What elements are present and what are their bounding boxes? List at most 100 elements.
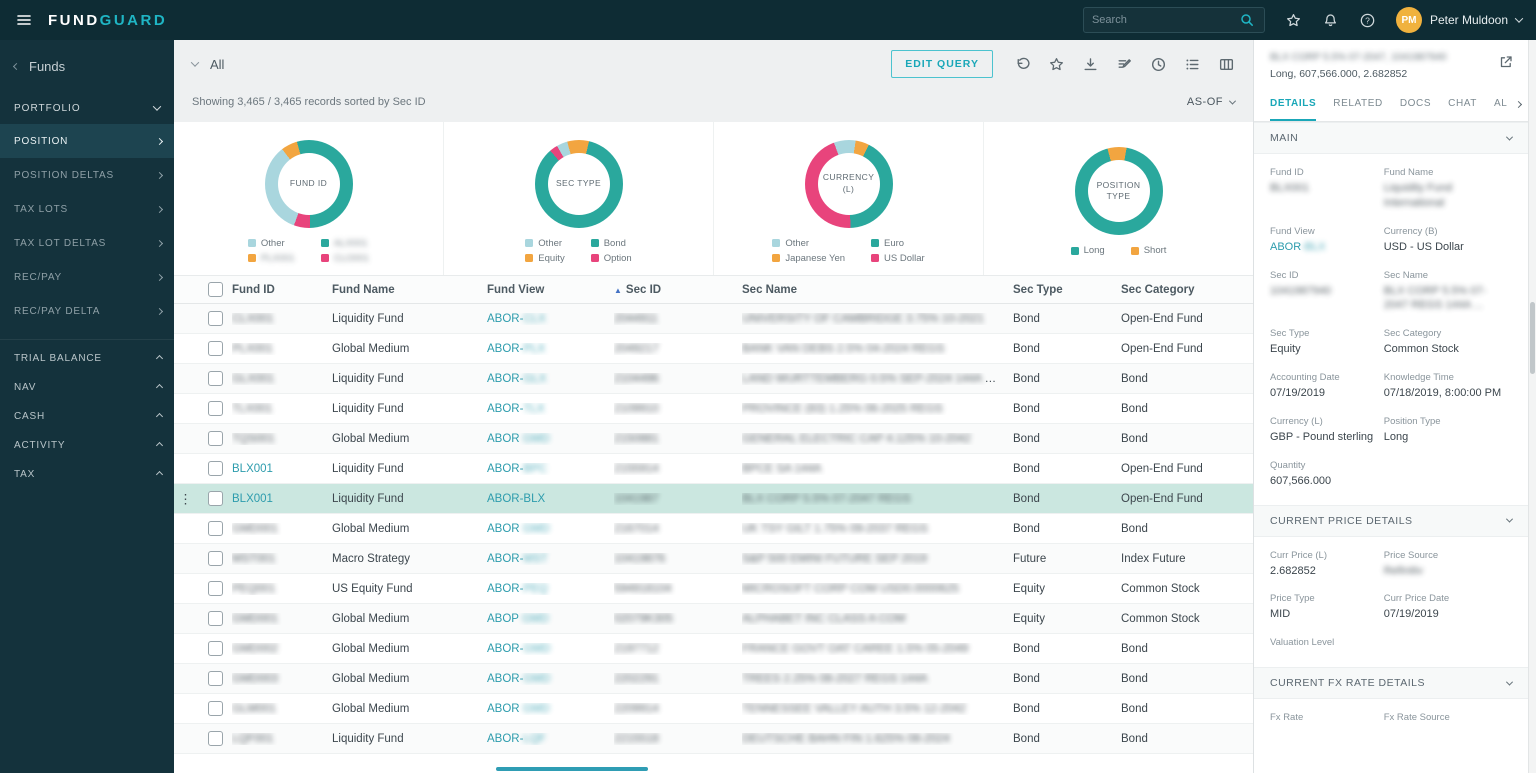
table-row[interactable]: GMD001 Global Medium ABOR GMD 2167014 UK TSY…: [174, 514, 1253, 544]
sidebar-item-tax-lot-deltas[interactable]: TAX LOT DELTAS: [0, 226, 174, 260]
tab-docs[interactable]: DOCS: [1400, 88, 1431, 121]
row-checkbox[interactable]: [208, 731, 223, 746]
cell-fund_view[interactable]: ABOR-GLX: [487, 373, 614, 385]
sidebar-item-tax-lots[interactable]: TAX LOTS: [0, 192, 174, 226]
table-row[interactable]: CLX001 Liquidity Fund ABOR-CLX 2044911 UNIVE…: [174, 304, 1253, 334]
download-icon[interactable]: [1082, 56, 1099, 73]
sidebar-item-rec-pay-delta[interactable]: REC/PAY DELTA: [0, 294, 174, 328]
history-clock-icon[interactable]: [1150, 56, 1167, 73]
table-row[interactable]: GMD001 Global Medium ABOP GMD 02079K305 ALPH…: [174, 604, 1253, 634]
favorites-star-icon[interactable]: [1285, 12, 1302, 29]
cell-fund_view[interactable]: ABOR-PLX: [487, 343, 614, 355]
section-header-current-fx-rate-details[interactable]: CURRENT FX RATE DETAILS: [1254, 667, 1528, 700]
sidebar-item-position-deltas[interactable]: POSITION DELTAS: [0, 158, 174, 192]
table-row[interactable]: GLM001 Global Medium ABOR GMD 2209914 TENNES…: [174, 694, 1253, 724]
scrollbar-thumb[interactable]: [1530, 302, 1535, 374]
favorite-view-star-icon[interactable]: [1048, 56, 1065, 73]
row-checkbox[interactable]: [208, 311, 223, 326]
sidebar-section-nav[interactable]: NAV: [0, 373, 174, 402]
tab-chat[interactable]: CHAT: [1448, 88, 1477, 121]
breadcrumb[interactable]: Funds: [0, 40, 174, 92]
table-row[interactable]: GMD003 Global Medium ABOR-GMD 2202291 TREES …: [174, 664, 1253, 694]
table-row[interactable]: BLX001 Liquidity Fund ABOR-BPC 2155914 BPCE …: [174, 454, 1253, 484]
help-icon[interactable]: ?: [1359, 12, 1376, 29]
column-header-fund_id[interactable]: Fund ID: [232, 284, 332, 296]
row-checkbox[interactable]: [208, 611, 223, 626]
search-input[interactable]: [1091, 14, 1239, 26]
tab-al[interactable]: AL: [1494, 88, 1507, 121]
column-header-sec_name[interactable]: Sec Name: [742, 284, 1013, 296]
cell-fund_view[interactable]: ABOR GMD: [487, 433, 614, 445]
search-box[interactable]: [1082, 7, 1265, 33]
field-value[interactable]: ABOR-BLX: [1270, 240, 1384, 255]
table-row[interactable]: GMD002 Global Medium ABOR-GMD 2197712 FRANCE…: [174, 634, 1253, 664]
row-checkbox[interactable]: [208, 671, 223, 686]
column-header-fund_view[interactable]: Fund View: [487, 284, 614, 296]
window-scrollbar[interactable]: [1528, 40, 1536, 773]
column-header-fund_name[interactable]: Fund Name: [332, 284, 487, 296]
row-checkbox[interactable]: [208, 341, 223, 356]
section-header-main[interactable]: MAIN: [1254, 122, 1528, 154]
tab-related[interactable]: RELATED: [1333, 88, 1383, 121]
row-checkbox[interactable]: [208, 701, 223, 716]
cell-fund_view[interactable]: ABOR-GMD: [487, 643, 614, 655]
columns-icon[interactable]: [1218, 56, 1235, 73]
nav-section-portfolio[interactable]: PORTFOLIO: [0, 92, 174, 124]
donut-chart[interactable]: POSITION TYPE: [1074, 147, 1163, 235]
undo-icon[interactable]: [1014, 56, 1031, 73]
row-checkbox[interactable]: [208, 401, 223, 416]
table-row[interactable]: TQS001 Global Medium ABOR GMD 2150881 GENERA…: [174, 424, 1253, 454]
cell-fund_view[interactable]: ABOR-BLX: [487, 493, 614, 505]
select-all-checkbox[interactable]: [208, 282, 223, 297]
collapse-view-icon[interactable]: [190, 58, 200, 67]
table-row[interactable]: MST001 Macro Strategy ABOR-MST 10419876 S&P …: [174, 544, 1253, 574]
tab-details[interactable]: DETAILS: [1270, 88, 1317, 121]
column-header-sec_type[interactable]: Sec Type: [1013, 284, 1121, 296]
row-checkbox[interactable]: [208, 461, 223, 476]
cell-fund_view[interactable]: ABOR-GMD: [487, 673, 614, 685]
sidebar-section-trial-balance[interactable]: TRIAL BALANCE: [0, 344, 174, 373]
row-checkbox[interactable]: [208, 431, 223, 446]
sidebar-item-rec-pay[interactable]: REC/PAY: [0, 260, 174, 294]
table-row[interactable]: PLX001 Global Medium ABOR-PLX 2049217 BANK V…: [174, 334, 1253, 364]
donut-chart[interactable]: FUND ID: [264, 139, 353, 228]
cell-fund_view[interactable]: ABOR-CLX: [487, 313, 614, 325]
row-checkbox[interactable]: [208, 491, 223, 506]
table-row[interactable]: TLX001 Liquidity Fund ABOR-TLX 2109910 PROVI…: [174, 394, 1253, 424]
sidebar-item-position[interactable]: POSITION: [0, 124, 174, 158]
cell-fund_view[interactable]: ABOR-TLX: [487, 403, 614, 415]
tabs-overflow-arrow[interactable]: [1508, 88, 1528, 121]
user-menu[interactable]: PM Peter Muldoon: [1395, 7, 1524, 33]
notifications-bell-icon[interactable]: [1322, 12, 1339, 29]
sidebar-section-cash[interactable]: CASH: [0, 402, 174, 431]
row-menu-icon[interactable]: ⋮: [179, 492, 192, 505]
row-checkbox[interactable]: [208, 581, 223, 596]
donut-chart[interactable]: CURRENCY (L): [804, 139, 893, 228]
cell-fund_view[interactable]: ABOR GMD: [487, 703, 614, 715]
column-header-sec_category[interactable]: Sec Category: [1121, 284, 1239, 296]
edit-query-button[interactable]: EDIT QUERY: [891, 50, 993, 78]
table-horizontal-scrollbar[interactable]: [496, 767, 648, 771]
cell-fund_view[interactable]: ABOR-BPC: [487, 463, 614, 475]
row-checkbox[interactable]: [208, 551, 223, 566]
row-checkbox[interactable]: [208, 641, 223, 656]
list-view-icon[interactable]: [1184, 56, 1201, 73]
table-row[interactable]: LQF001 Liquidity Fund ABOR-LQF 2215518 DEUTS…: [174, 724, 1253, 754]
open-external-icon[interactable]: [1498, 54, 1514, 70]
edit-filters-icon[interactable]: [1116, 56, 1133, 73]
table-row[interactable]: GLX001 Liquidity Fund ABOR-GLX 2104496 LAND …: [174, 364, 1253, 394]
section-header-current-price-details[interactable]: CURRENT PRICE DETAILS: [1254, 504, 1528, 537]
sidebar-section-activity[interactable]: ACTIVITY: [0, 431, 174, 460]
column-header-sec_id[interactable]: ▲ Sec ID: [614, 284, 742, 296]
search-icon[interactable]: [1239, 12, 1256, 29]
table-row[interactable]: ⋮ BLX001 Liquidity Fund ABOR-BLX 1041987 BLX …: [174, 484, 1253, 514]
sidebar-section-tax[interactable]: TAX: [0, 460, 174, 489]
hamburger-menu-icon[interactable]: [14, 12, 34, 28]
cell-fund_view[interactable]: ABOR GMD: [487, 523, 614, 535]
donut-chart[interactable]: SEC TYPE: [534, 139, 623, 228]
row-checkbox[interactable]: [208, 371, 223, 386]
cell-fund_view[interactable]: ABOP GMD: [487, 613, 614, 625]
cell-fund_view[interactable]: ABOR-PEQ: [487, 583, 614, 595]
cell-fund_view[interactable]: ABOR-LQF: [487, 733, 614, 745]
table-row[interactable]: PEQ001 US Equity Fund ABOR-PEQ 594918104 MIC…: [174, 574, 1253, 604]
